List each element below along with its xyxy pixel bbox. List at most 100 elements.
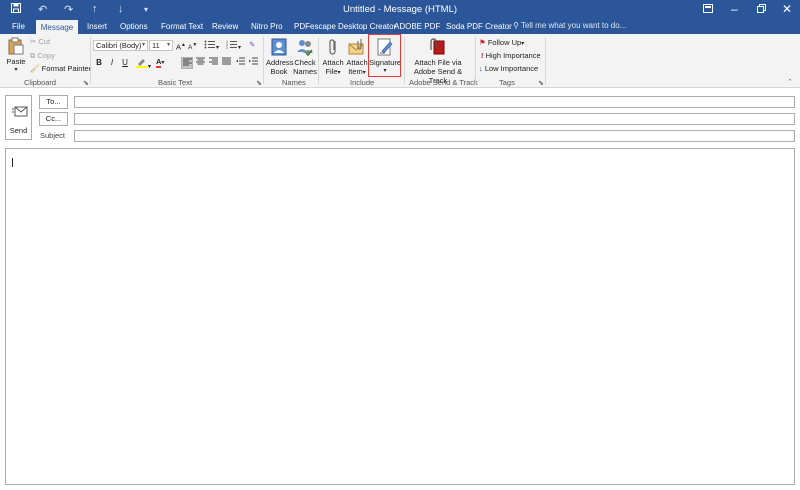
- group-separator: [475, 37, 476, 84]
- group-separator: [263, 37, 264, 84]
- restore-icon[interactable]: [757, 2, 766, 16]
- tags-launcher-icon[interactable]: ⬊: [538, 79, 544, 87]
- flag-icon: ⚑: [479, 38, 486, 47]
- copy-icon: ⧉: [30, 51, 36, 60]
- shrink-font-button[interactable]: A▼: [188, 41, 197, 52]
- chevron-down-icon: ▾: [14, 67, 18, 73]
- chevron-down-icon: ▾: [337, 70, 341, 76]
- low-importance-button[interactable]: ↓ Low Importance: [479, 64, 538, 73]
- scissors-icon: ✂: [30, 37, 37, 46]
- decrease-indent-button[interactable]: [234, 57, 246, 69]
- attach-item-button[interactable]: Attach Item▾: [345, 38, 369, 78]
- bullets-button[interactable]: ▾: [204, 40, 219, 53]
- align-left-button[interactable]: [181, 57, 193, 69]
- chevron-down-icon: ▾: [521, 41, 525, 47]
- group-separator: [545, 37, 546, 84]
- collapse-ribbon-icon[interactable]: ⌃: [787, 78, 793, 86]
- underline-button[interactable]: U: [119, 57, 131, 69]
- grow-font-button[interactable]: A▲: [176, 41, 186, 52]
- subject-field[interactable]: [74, 130, 795, 142]
- numbering-button[interactable]: 1 2 3 ▾: [226, 40, 241, 53]
- group-separator: [90, 37, 91, 84]
- compose-area: Send To... Cc... Subject: [0, 88, 800, 490]
- align-center-button[interactable]: [194, 57, 206, 69]
- align-right-icon: [208, 57, 218, 65]
- paste-button[interactable]: Paste ▾: [5, 37, 27, 75]
- group-label-tags: Tags: [499, 78, 515, 87]
- follow-up-button[interactable]: ⚑ Follow Up▾: [479, 38, 524, 49]
- attach-file-button[interactable]: Attach File▾: [321, 38, 345, 78]
- minimize-icon[interactable]: –: [731, 2, 738, 16]
- group-label-names: Names: [282, 78, 306, 87]
- lightbulb-icon: ⚲: [513, 21, 519, 30]
- cut-button[interactable]: ✂ Cut: [30, 37, 50, 46]
- highlight-color-button[interactable]: ▾: [136, 58, 151, 72]
- align-center-icon: [195, 57, 205, 65]
- justify-button[interactable]: [220, 57, 232, 69]
- chevron-down-icon: ▾: [141, 42, 145, 48]
- text-caret: [12, 158, 13, 167]
- font-color-button[interactable]: A▾: [156, 57, 164, 68]
- send-button[interactable]: Send: [5, 95, 32, 140]
- tab-format-text[interactable]: Format Text: [161, 20, 203, 34]
- title-bar: ↶ ↷ ↑ ↓ ▾ Untitled - Message (HTML) – ✕: [0, 0, 800, 20]
- cc-button[interactable]: Cc...: [39, 112, 68, 126]
- font-name-select[interactable]: Calibri (Body) ▾: [93, 40, 148, 51]
- eraser-icon: ✎: [249, 40, 256, 49]
- to-field[interactable]: [74, 96, 795, 108]
- font-size-select[interactable]: 11 ▾: [149, 40, 173, 51]
- tab-pdfescape[interactable]: PDFescape Desktop Creator: [294, 20, 396, 34]
- ribbon-tabs: File Message Insert Options Format Text …: [0, 20, 800, 34]
- group-label-adobe: Adobe Send & Track: [409, 78, 478, 87]
- tab-file[interactable]: File: [12, 20, 25, 34]
- bold-button[interactable]: B: [93, 57, 105, 69]
- address-book-icon: [271, 38, 287, 56]
- close-icon[interactable]: ✕: [782, 2, 792, 16]
- ribbon-display-icon[interactable]: [703, 2, 713, 16]
- to-button[interactable]: To...: [39, 95, 68, 109]
- indent-icon: [248, 57, 258, 65]
- align-left-icon: [182, 58, 192, 66]
- italic-button[interactable]: I: [106, 57, 118, 69]
- tab-adobe-pdf[interactable]: ADOBE PDF: [394, 20, 440, 34]
- address-book-button[interactable]: Address Book: [266, 38, 294, 76]
- group-label-basic-text: Basic Text: [158, 78, 193, 87]
- high-importance-button[interactable]: ! High Importance: [481, 51, 541, 60]
- increase-indent-button[interactable]: [247, 57, 259, 69]
- subject-label: Subject: [40, 131, 66, 140]
- outdent-icon: [235, 57, 245, 65]
- group-separator: [318, 37, 319, 84]
- signature-highlight: [368, 34, 401, 77]
- window-title: Untitled - Message (HTML): [342, 4, 458, 15]
- check-names-button[interactable]: Check Names: [293, 38, 317, 76]
- justify-icon: [221, 57, 231, 65]
- adobe-send-icon: [430, 38, 445, 55]
- highlighter-icon: [136, 59, 148, 68]
- tell-me-search[interactable]: ⚲ Tell me what you want to do...: [513, 21, 626, 30]
- copy-button[interactable]: ⧉ Copy: [30, 51, 55, 60]
- format-painter-button[interactable]: 🖌 Format Painter: [30, 64, 91, 73]
- group-label-include: Include: [350, 78, 375, 87]
- message-body[interactable]: [5, 148, 795, 485]
- tab-message[interactable]: Message: [36, 20, 78, 34]
- chevron-down-icon: ▾: [166, 42, 170, 48]
- exclamation-icon: !: [481, 51, 484, 60]
- align-right-button[interactable]: [207, 57, 219, 69]
- envelope-clip-icon: [348, 39, 364, 55]
- cc-field[interactable]: [74, 113, 795, 125]
- bullets-icon: [204, 40, 215, 49]
- tab-nitro-pro[interactable]: Nitro Pro: [251, 20, 283, 34]
- tab-options[interactable]: Options: [120, 20, 148, 34]
- clear-formatting-button[interactable]: ✎: [249, 40, 255, 49]
- clipboard-launcher-icon[interactable]: ⬊: [83, 79, 89, 87]
- tab-soda-pdf[interactable]: Soda PDF Creator: [446, 20, 512, 34]
- send-envelope-icon: [12, 106, 28, 117]
- paintbrush-icon: 🖌: [30, 64, 40, 73]
- check-names-icon: [297, 40, 313, 57]
- paste-icon: [8, 37, 24, 55]
- tab-review[interactable]: Review: [212, 20, 238, 34]
- tab-insert[interactable]: Insert: [87, 20, 107, 34]
- basic-text-launcher-icon[interactable]: ⬊: [256, 79, 262, 87]
- down-arrow-icon: ↓: [479, 64, 483, 73]
- chevron-down-icon: ▾: [362, 70, 366, 76]
